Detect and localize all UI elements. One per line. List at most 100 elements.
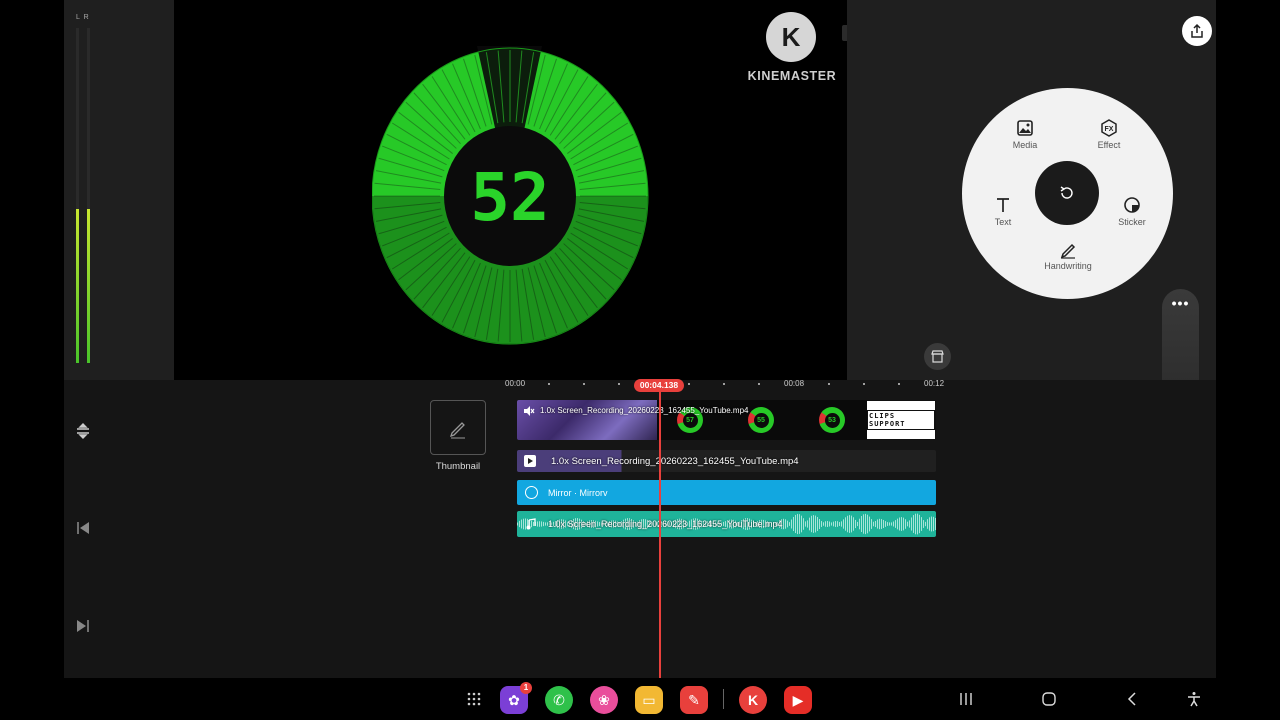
meter-left-fill bbox=[76, 208, 79, 363]
ruler-tick bbox=[723, 383, 725, 385]
waveform-bar bbox=[839, 522, 840, 526]
waveform-bar bbox=[817, 517, 818, 531]
jump-to-start-icon[interactable] bbox=[74, 519, 92, 537]
waveform-bar bbox=[853, 517, 854, 531]
recents-icon[interactable] bbox=[954, 688, 978, 710]
ruler-tick bbox=[863, 383, 865, 385]
waveform-bar bbox=[517, 522, 518, 526]
meter-right-fill bbox=[87, 208, 90, 363]
waveform-bar bbox=[863, 514, 864, 534]
undo-button[interactable] bbox=[1035, 161, 1099, 225]
waveform-bar bbox=[881, 519, 882, 529]
ruler-tick bbox=[898, 383, 900, 385]
main-clip-filename: 1.0x Screen_Recording_20260223_162455_Yo… bbox=[540, 406, 749, 415]
ruler-tick bbox=[688, 383, 690, 385]
jump-to-end-icon[interactable] bbox=[74, 617, 92, 635]
waveform-bar bbox=[795, 514, 796, 534]
image-icon bbox=[1017, 120, 1033, 136]
waveform-bar bbox=[849, 515, 850, 533]
waveform-bar bbox=[879, 518, 880, 530]
waveform-bar bbox=[803, 518, 804, 530]
playhead-time[interactable]: 00:04.138 bbox=[634, 379, 684, 392]
waveform-bar bbox=[867, 514, 868, 534]
asset-store-icon[interactable] bbox=[924, 343, 951, 370]
meter-left-channel bbox=[76, 28, 79, 363]
waveform-bar bbox=[821, 521, 822, 527]
handwriting-button[interactable]: Handwriting bbox=[1028, 239, 1108, 271]
blossom-icon[interactable]: ❀ bbox=[590, 686, 618, 714]
main-video-clip[interactable]: 57 55 53 CLIPS SUPPORT 1.0x Screen_Recor… bbox=[517, 400, 936, 440]
waveform-bar bbox=[833, 521, 834, 527]
waveform-bar bbox=[815, 515, 816, 533]
layer-video-clip[interactable]: 1.0x Screen_Recording_20260223_162455_Yo… bbox=[517, 450, 936, 472]
timer-digits: 52 bbox=[470, 159, 549, 236]
waveform-bar bbox=[537, 521, 538, 527]
music-note-icon bbox=[526, 518, 536, 530]
waveform-bar bbox=[823, 522, 824, 526]
waveform-bar bbox=[931, 516, 932, 532]
layer-clip-filename: 1.0x Screen_Recording_20260223_162455_Yo… bbox=[551, 456, 799, 467]
waveform-bar bbox=[793, 516, 794, 532]
audio-filename: 1.0x Screen_Recording_20260223_162455_Yo… bbox=[548, 519, 783, 529]
notification-badge: 1 bbox=[520, 682, 532, 694]
waveform-bar bbox=[861, 516, 862, 532]
waveform-bar bbox=[847, 515, 848, 533]
waveform-bar bbox=[789, 522, 790, 526]
waveform-bar bbox=[837, 521, 838, 527]
kinemaster-watermark: KINEMASTER bbox=[747, 69, 837, 83]
thumbnail-label: Thumbnail bbox=[435, 461, 481, 472]
waveform-bar bbox=[791, 519, 792, 529]
waveform-bar bbox=[917, 513, 918, 535]
waveform-bar bbox=[885, 521, 886, 527]
waveform-bar bbox=[523, 518, 524, 530]
kinemaster-icon[interactable]: K bbox=[739, 686, 767, 714]
svg-text:FX: FX bbox=[1105, 126, 1114, 133]
sticker-button[interactable]: Sticker bbox=[1092, 195, 1172, 227]
thumbnail-button[interactable] bbox=[430, 400, 486, 455]
text-button[interactable]: Text bbox=[963, 195, 1043, 227]
waveform-bar bbox=[831, 522, 832, 526]
waveform-bar bbox=[929, 517, 930, 531]
waveform-bar bbox=[921, 517, 922, 531]
accessibility-icon[interactable] bbox=[1182, 688, 1206, 710]
track-height-icon[interactable] bbox=[74, 422, 92, 440]
home-icon[interactable] bbox=[1037, 688, 1061, 710]
waveform-bar bbox=[851, 515, 852, 533]
phone-icon[interactable]: ✆ bbox=[545, 686, 573, 714]
clip-timer-dial: 53 bbox=[819, 407, 845, 433]
ruler-tick bbox=[618, 383, 620, 385]
files-icon[interactable]: ▭ bbox=[635, 686, 663, 714]
edit-pencil-icon bbox=[449, 421, 465, 438]
waveform-bar bbox=[903, 517, 904, 531]
mute-icon[interactable] bbox=[523, 405, 535, 417]
waveform-bar bbox=[797, 513, 798, 535]
video-preview[interactable]: 52 K KINEMASTER ♛ bbox=[174, 0, 847, 380]
media-wheel: Media FX Effect Text Sticker Handwriting bbox=[962, 88, 1173, 299]
playhead[interactable] bbox=[659, 392, 661, 678]
effect-button[interactable]: FX Effect bbox=[1069, 118, 1149, 150]
waveform-bar bbox=[899, 517, 900, 531]
waveform-bar bbox=[521, 519, 522, 529]
waveform-bar bbox=[875, 520, 876, 528]
waveform-bar bbox=[545, 522, 546, 526]
sticker-icon bbox=[1124, 197, 1140, 213]
notes-icon[interactable]: ✎ bbox=[680, 686, 708, 714]
youtube-icon[interactable]: ▶ bbox=[784, 686, 812, 714]
effect-layer-clip[interactable]: Mirror · Mirrorv bbox=[517, 480, 936, 505]
back-icon[interactable] bbox=[1120, 688, 1144, 710]
waveform-bar bbox=[801, 515, 802, 533]
share-icon[interactable] bbox=[1182, 16, 1212, 46]
apps-grid-icon[interactable] bbox=[462, 688, 486, 710]
time-ruler[interactable]: 00:00 00:08 00:12 bbox=[505, 378, 945, 392]
waveform-bar bbox=[915, 513, 916, 535]
volume-menu-icon[interactable]: ••• bbox=[1162, 295, 1199, 311]
waveform-bar bbox=[897, 518, 898, 530]
waveform-bar bbox=[845, 517, 846, 531]
waveform-bar bbox=[811, 515, 812, 533]
galaxy-store-icon[interactable]: ✿ 1 bbox=[500, 682, 532, 714]
waveform-bar bbox=[825, 521, 826, 527]
media-button[interactable]: Media bbox=[985, 118, 1065, 150]
waveform-bar bbox=[827, 521, 828, 527]
audio-clip[interactable]: 1.0x Screen_Recording_20260223_162455_Yo… bbox=[517, 511, 936, 537]
waveform-bar bbox=[843, 519, 844, 529]
